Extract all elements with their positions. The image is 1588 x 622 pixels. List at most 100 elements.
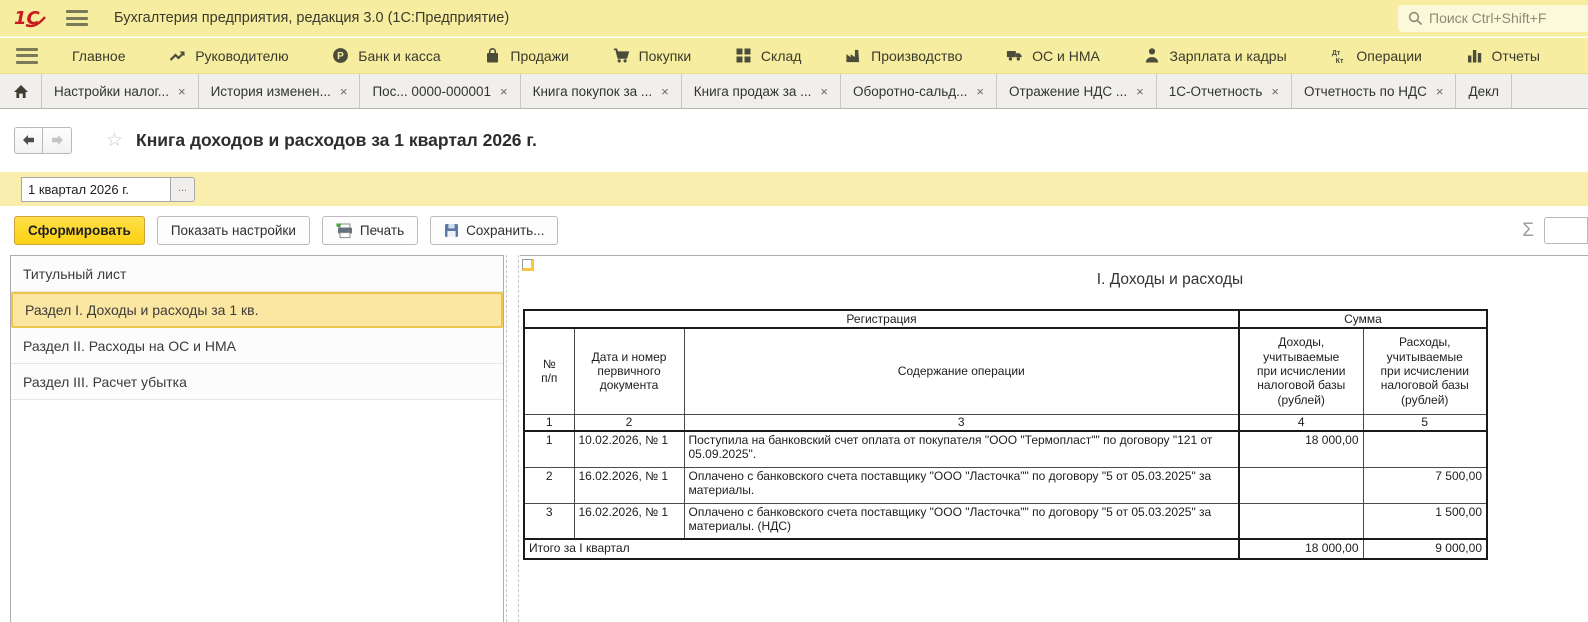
svg-text:Кт: Кт (1336, 57, 1344, 65)
nav-back-button[interactable] (14, 127, 43, 154)
menu-item-label: Отчеты (1492, 48, 1540, 64)
menu-item-sklad[interactable]: Склад (735, 47, 802, 64)
section-item-titulnyy-list[interactable]: Титульный лист (11, 256, 503, 292)
bar-chart-icon (1466, 47, 1483, 64)
menu-item-label: Производство (871, 48, 962, 64)
table-total-row[interactable]: Итого за I квартал 18 000,00 9 000,00 (524, 539, 1487, 559)
tab-close-icon[interactable]: × (976, 84, 984, 99)
menu-item-label: Продажи (510, 48, 568, 64)
tab-close-icon[interactable]: × (661, 84, 669, 99)
section-item-label: Раздел III. Расчет убытка (23, 374, 187, 390)
section-item-razdel-3[interactable]: Раздел III. Расчет убытка (11, 364, 503, 400)
menu-item-zarplata-i-kadry[interactable]: Зарплата и кадры (1144, 47, 1287, 64)
menu-item-label: Зарплата и кадры (1170, 48, 1287, 64)
income-amount-cell (1239, 467, 1363, 503)
column-header-3: Содержание операции (684, 328, 1239, 414)
column-number-4: 4 (1239, 414, 1363, 431)
group-header-sum: Сумма (1239, 310, 1487, 328)
nav-forward-button[interactable] (43, 127, 72, 154)
menu-item-prodazhi[interactable]: Продажи (484, 47, 568, 64)
table-header-row: №п/пДата и номерпервичногодокументаСодер… (524, 328, 1487, 414)
menu-item-label: Руководителю (195, 48, 288, 64)
expense-amount-cell (1363, 431, 1487, 467)
table-row[interactable]: 216.02.2026, № 1Оплачено с банковского с… (524, 467, 1487, 503)
period-strip: ... (0, 172, 1588, 206)
menu-item-pokupki[interactable]: Покупки (613, 47, 692, 64)
tab-istoriya-izmeneniy[interactable]: История изменен... × (199, 74, 361, 108)
table-row[interactable]: 316.02.2026, № 1Оплачено с банковского с… (524, 503, 1487, 539)
tab-close-icon[interactable]: × (178, 84, 186, 99)
tab-label: Отчетность по НДС (1304, 84, 1427, 99)
tab-otchetnost-po-nds[interactable]: Отчетность по НДС × (1292, 74, 1456, 108)
page-title: Книга доходов и расходов за 1 квартал 20… (136, 130, 537, 151)
tab-close-icon[interactable]: × (340, 84, 348, 99)
tab-close-icon[interactable]: × (1271, 84, 1279, 99)
menu-item-label: Главное (72, 48, 126, 64)
global-search-input[interactable]: Поиск Ctrl+Shift+F (1398, 5, 1588, 32)
column-header-2: Дата и номерпервичногодокумента (574, 328, 684, 414)
sections-menu-icon[interactable] (16, 48, 38, 64)
svg-text:Дт: Дт (1332, 49, 1341, 57)
tab-nastroyki-nalogov[interactable]: Настройки налог...× (42, 74, 199, 108)
sum-sigma-icon: Σ (1522, 220, 1534, 242)
ruble-circle-icon: Р (332, 47, 349, 64)
period-input[interactable] (21, 177, 171, 202)
doc-date-number-cell: 16.02.2026, № 1 (574, 467, 684, 503)
floppy-disk-icon (444, 223, 459, 238)
printer-icon (336, 223, 353, 239)
arrow-right-icon (50, 134, 65, 146)
window-title: Бухгалтерия предприятия, редакция 3.0 (1… (114, 10, 509, 26)
favorite-star-icon[interactable]: ☆ (106, 131, 123, 150)
column-header-1: №п/п (524, 328, 574, 414)
tab-close-icon[interactable]: × (820, 84, 828, 99)
sum-value-box[interactable] (1544, 217, 1588, 244)
shopping-bag-icon (484, 47, 501, 64)
tab-1c-otchetnost[interactable]: 1С-Отчетность× (1157, 74, 1292, 108)
period-picker-dots-button[interactable]: ... (171, 177, 195, 202)
section-item-razdel-1[interactable]: Раздел I. Доходы и расходы за 1 кв. (11, 292, 503, 328)
generate-button[interactable]: Сформировать (14, 216, 145, 245)
tab-oborotno-saldovaya[interactable]: Оборотно-сальд...× (841, 74, 997, 108)
menu-item-label: Покупки (639, 48, 692, 64)
total-label: Итого за I квартал (524, 539, 1239, 559)
column-number-5: 5 (1363, 414, 1487, 431)
main-menu-icon[interactable] (66, 10, 88, 26)
menu-item-os-i-nma[interactable]: ОС и НМА (1006, 47, 1100, 64)
table-row[interactable]: 110.02.2026, № 1Поступила на банковский … (524, 431, 1487, 467)
tab-postuplenie[interactable]: Пос... 0000-000001× (360, 74, 520, 108)
print-button[interactable]: Печать (322, 216, 418, 245)
menu-item-glavnoe[interactable]: Главное (72, 48, 126, 64)
tab-kniga-pokupok[interactable]: Книга покупок за ...× (521, 74, 682, 108)
menu-item-rukovoditelyu[interactable]: Руководителю (169, 47, 288, 64)
menu-item-proizvodstvo[interactable]: Производство (845, 47, 962, 64)
menu-item-bank-i-kassa[interactable]: РБанк и касса (332, 47, 440, 64)
tab-close-icon[interactable]: × (1136, 84, 1144, 99)
tab-close-icon[interactable]: × (1436, 84, 1444, 99)
menu-item-operatsii[interactable]: ДтКтОперации (1330, 47, 1422, 64)
menu-item-label: Склад (761, 48, 802, 64)
tab-kniga-prodazh[interactable]: Книга продаж за ...× (682, 74, 841, 108)
sections-menu-bar: Главное Руководителю РБанк и касса Продажи П… (0, 38, 1588, 74)
tab-home[interactable] (0, 74, 42, 108)
menu-items: Главное Руководителю РБанк и касса Продажи П… (58, 47, 1588, 64)
section-item-razdel-2[interactable]: Раздел II. Расходы на ОС и НМА (11, 328, 503, 364)
report-toolbar: Сформировать Показать настройки Печать С… (0, 206, 1588, 255)
income-expense-table: Регистрация Сумма №п/пДата и номерпервич… (523, 309, 1488, 560)
panel-splitter[interactable] (506, 255, 519, 622)
svg-text:Р: Р (337, 51, 344, 62)
menu-item-otchety[interactable]: Отчеты (1466, 47, 1540, 64)
column-header-5: Расходы,учитываемыепри исчисленииналогов… (1363, 328, 1487, 414)
income-amount-cell: 18 000,00 (1239, 431, 1363, 467)
active-cell-marker[interactable] (522, 259, 534, 271)
operation-content-cell: Поступила на банковский счет оплата от п… (684, 431, 1239, 467)
save-button[interactable]: Сохранить... (430, 216, 558, 245)
tab-close-icon[interactable]: × (500, 84, 508, 99)
tab-deklaratsiya[interactable]: Декл (1456, 74, 1512, 108)
truck-icon (1006, 47, 1023, 64)
tab-label: История изменен... (211, 84, 331, 99)
report-sections-list: Титульный листРаздел I. Доходы и расходы… (10, 255, 504, 622)
total-expense: 9 000,00 (1363, 539, 1487, 559)
expense-amount-cell: 1 500,00 (1363, 503, 1487, 539)
tab-otrazhenie-nds[interactable]: Отражение НДС ...× (997, 74, 1157, 108)
show-settings-button[interactable]: Показать настройки (157, 216, 310, 245)
